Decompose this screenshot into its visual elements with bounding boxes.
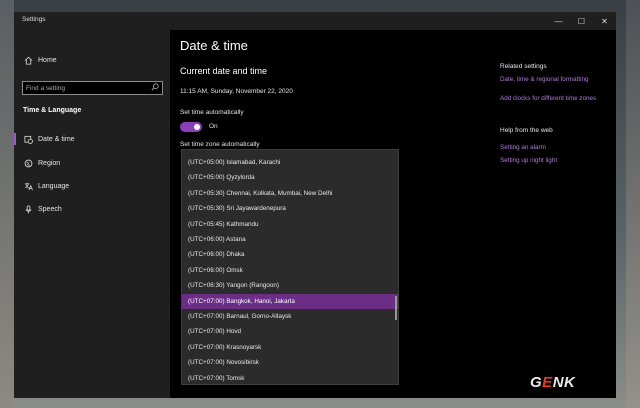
timezone-option[interactable]: (UTC+07:00) Krasnoyarsk: [182, 340, 398, 355]
setting-alarm-link[interactable]: Setting an alarm: [500, 144, 546, 151]
sidebar-item-label: Home: [38, 56, 57, 64]
desktop-background-left: [0, 0, 14, 408]
sidebar-item-home[interactable]: Home: [14, 51, 170, 69]
page-title: Date & time: [180, 38, 248, 53]
search-field[interactable]: [22, 81, 163, 95]
sidebar-item-label: Language: [38, 182, 70, 190]
timezone-option[interactable]: (UTC+05:30) Sri Jayawardenepura: [182, 201, 398, 216]
related-settings-heading: Related settings: [500, 63, 547, 70]
language-icon: [23, 181, 33, 191]
window-title: Settings: [22, 16, 46, 23]
settings-window: Settings — ☐ ✕ Home Time & Language Date…: [14, 12, 616, 398]
sidebar-item-region[interactable]: Region: [14, 154, 170, 172]
timezone-option[interactable]: (UTC+05:00) Qyzylorda: [182, 170, 398, 185]
timezone-option[interactable]: (UTC+06:00) Omsk: [182, 263, 398, 278]
sidebar-item-label: Region: [38, 159, 61, 167]
timezone-option[interactable]: (UTC+06:00) Dhaka: [182, 247, 398, 262]
timezone-option[interactable]: (UTC+06:00) Astana: [182, 232, 398, 247]
sidebar-item-speech[interactable]: Speech: [14, 200, 170, 218]
title-bar: Settings — ☐ ✕: [14, 12, 616, 30]
night-light-link[interactable]: Setting up night light: [500, 157, 557, 164]
window-controls: — ☐ ✕: [547, 12, 616, 30]
minimize-button[interactable]: —: [547, 12, 570, 30]
search-input[interactable]: [26, 83, 144, 93]
genk-watermark-logo: GENK: [530, 374, 576, 391]
section-heading: Current date and time: [180, 66, 268, 76]
timezone-option[interactable]: (UTC+07:00) Novosibirsk: [182, 355, 398, 370]
timezone-option[interactable]: (UTC+06:30) Yangon (Rangoon): [182, 278, 398, 293]
sidebar-item-label: Date & time: [38, 135, 75, 143]
close-button[interactable]: ✕: [593, 12, 616, 30]
timezone-option[interactable]: (UTC+07:00) Hovd: [182, 324, 398, 339]
current-datetime: 11:15 AM, Sunday, November 22, 2020: [180, 88, 293, 95]
timezone-option[interactable]: (UTC+05:45) Kathmandu: [182, 217, 398, 232]
microphone-icon: [23, 204, 33, 214]
home-icon: [23, 55, 33, 65]
dropdown-scrollbar[interactable]: [395, 296, 397, 320]
calendar-clock-icon: [23, 134, 33, 144]
section-title: Time & Language: [23, 107, 82, 114]
search-icon[interactable]: [151, 83, 159, 93]
timezone-option[interactable]: (UTC+07:00) Barnaul, Gorno-Altaysk: [182, 309, 398, 324]
timezone-option[interactable]: (UTC+05:00) Islamabad, Karachi: [182, 155, 398, 170]
sidebar-item-language[interactable]: Language: [14, 177, 170, 195]
set-timezone-auto-label: Set time zone automatically: [180, 141, 260, 148]
sidebar-item-label: Speech: [38, 205, 62, 213]
add-clocks-link[interactable]: Add clocks for different time zones: [500, 95, 596, 102]
sidebar: Home Time & Language Date & time Region: [14, 30, 170, 398]
maximize-button[interactable]: ☐: [570, 12, 593, 30]
date-time-formatting-link[interactable]: Date, time & regional formatting: [500, 76, 589, 83]
sidebar-item-date-time[interactable]: Date & time: [14, 130, 170, 148]
timezone-option[interactable]: (UTC+07:00) Bangkok, Hanoi, Jakarta: [182, 293, 398, 309]
help-heading: Help from the web: [500, 127, 553, 134]
timezone-option[interactable]: (UTC+07:00) Tomsk: [182, 371, 398, 384]
timezone-dropdown-list[interactable]: (UTC+05:00) Islamabad, Karachi (UTC+05:00…: [181, 149, 399, 385]
toggle-state-label: On: [209, 123, 218, 130]
set-time-auto-label: Set time automatically: [180, 109, 244, 116]
set-time-auto-toggle[interactable]: [180, 122, 202, 132]
timezone-option[interactable]: (UTC+05:30) Chennai, Kolkata, Mumbai, Ne…: [182, 186, 398, 201]
globe-icon: [23, 158, 33, 168]
desktop-background-right: [626, 0, 640, 408]
